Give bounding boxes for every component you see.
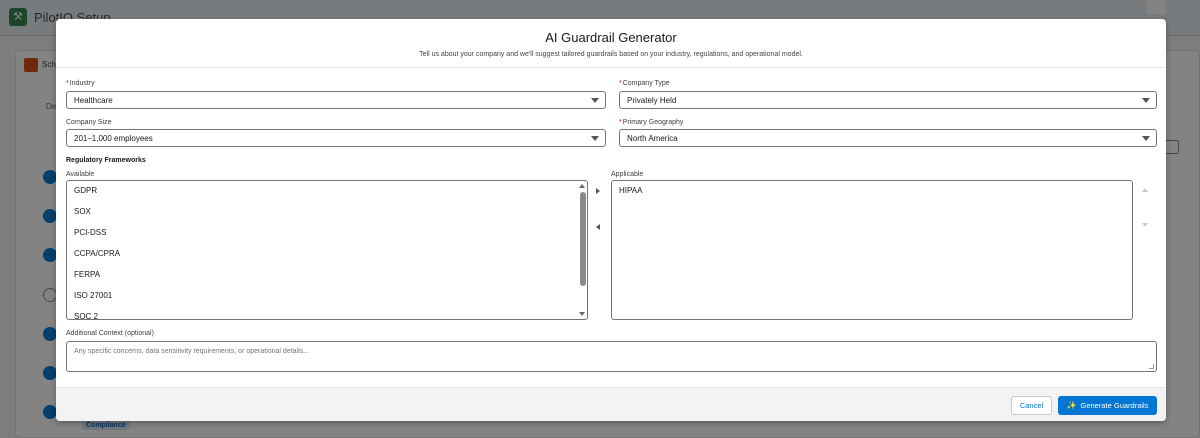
chevron-down-icon xyxy=(591,136,599,141)
scrollbar[interactable] xyxy=(578,181,587,319)
cancel-button[interactable]: Cancel xyxy=(1011,396,1052,415)
available-label: Available xyxy=(66,171,95,178)
company-type-label-text: Company Type xyxy=(622,80,670,87)
company-size-select[interactable]: 201–1,000 employees xyxy=(66,129,606,147)
move-up-icon[interactable] xyxy=(1142,188,1148,192)
industry-select[interactable]: Healthcare xyxy=(66,91,606,109)
company-type-label: *Company Type xyxy=(619,80,670,87)
list-item[interactable]: ISO 27001 xyxy=(67,286,587,307)
primary-geography-select[interactable]: North America xyxy=(619,129,1157,147)
move-to-available-button[interactable] xyxy=(594,222,604,232)
guardrail-generator-modal: AI Guardrail Generator Tell us about you… xyxy=(56,19,1166,421)
required-marker: * xyxy=(619,80,622,87)
company-type-select[interactable]: Privately Held xyxy=(619,91,1157,109)
resize-handle-icon[interactable] xyxy=(1149,364,1154,369)
modal-title: AI Guardrail Generator xyxy=(545,30,677,45)
additional-context-textarea[interactable]: Any specific concerns, data sensitivity … xyxy=(66,341,1157,372)
modal-header: AI Guardrail Generator Tell us about you… xyxy=(56,19,1166,68)
additional-context-label: Additional Context (optional) xyxy=(66,330,154,337)
list-item[interactable]: GDPR xyxy=(67,181,587,202)
modal-subtitle: Tell us about your company and we'll sug… xyxy=(419,51,803,58)
list-item[interactable]: CCPA/CPRA xyxy=(67,244,587,265)
additional-context-placeholder: Any specific concerns, data sensitivity … xyxy=(74,348,310,355)
list-item[interactable]: HIPAA xyxy=(612,181,1132,202)
chevron-down-icon xyxy=(1142,136,1150,141)
list-item[interactable]: SOC 2 xyxy=(67,307,587,319)
modal-footer: Cancel ✨ Generate Guardrails xyxy=(56,387,1166,421)
applicable-listbox[interactable]: HIPAA xyxy=(611,180,1133,320)
list-item[interactable]: PCI-DSS xyxy=(67,223,587,244)
company-size-label: Company Size xyxy=(66,119,112,126)
primary-geography-label: *Primary Geography xyxy=(619,119,683,126)
move-down-icon[interactable] xyxy=(1142,223,1148,227)
generate-guardrails-label: Generate Guardrails xyxy=(1080,401,1149,410)
arrow-right-icon xyxy=(596,188,600,194)
applicable-label: Applicable xyxy=(611,171,644,178)
primary-geography-label-text: Primary Geography xyxy=(622,119,684,126)
scroll-thumb[interactable] xyxy=(580,192,586,286)
sparkle-icon: ✨ xyxy=(1066,401,1077,410)
industry-label-text: Industry xyxy=(69,80,95,87)
move-to-applicable-button[interactable] xyxy=(594,186,604,196)
scroll-down-arrow-icon[interactable] xyxy=(579,312,585,316)
industry-value: Healthcare xyxy=(74,96,113,105)
required-marker: * xyxy=(66,80,69,87)
arrow-left-icon xyxy=(596,224,600,230)
company-size-value: 201–1,000 employees xyxy=(74,134,153,143)
generate-guardrails-button[interactable]: ✨ Generate Guardrails xyxy=(1058,396,1157,415)
industry-label: *Industry xyxy=(66,80,95,87)
required-marker: * xyxy=(619,119,622,126)
list-item[interactable]: SOX xyxy=(67,202,587,223)
scroll-up-arrow-icon[interactable] xyxy=(579,184,585,188)
primary-geography-value: North America xyxy=(627,134,678,143)
chevron-down-icon xyxy=(591,98,599,103)
available-listbox[interactable]: GDPR SOX PCI-DSS CCPA/CPRA FERPA ISO 270… xyxy=(66,180,588,320)
chevron-down-icon xyxy=(1142,98,1150,103)
list-item[interactable]: FERPA xyxy=(67,265,587,286)
regulatory-frameworks-title: Regulatory Frameworks xyxy=(66,157,146,164)
company-type-value: Privately Held xyxy=(627,96,677,105)
